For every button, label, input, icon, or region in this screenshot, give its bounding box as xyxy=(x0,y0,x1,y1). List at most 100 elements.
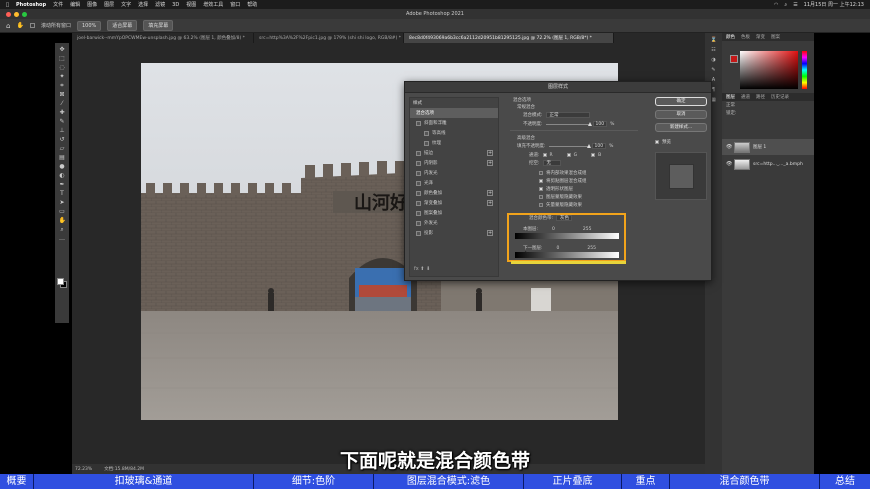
hue-slider[interactable] xyxy=(802,51,807,89)
layer-row[interactable]: 👁 src=http..._..._a.bmph xyxy=(722,156,814,172)
add-style-icon[interactable]: + xyxy=(487,230,493,236)
new-style-button[interactable]: 新建样式... xyxy=(655,123,707,132)
eye-icon[interactable]: 👁 xyxy=(726,144,732,150)
menu-layer[interactable]: 图层 xyxy=(104,1,114,8)
style-item[interactable]: 纹理 xyxy=(410,138,498,148)
style-item[interactable]: 外发光 xyxy=(410,218,498,228)
tab-channels[interactable]: 通道 xyxy=(741,94,750,100)
style-item[interactable]: 描边 + xyxy=(410,148,498,158)
advanced-option[interactable]: 图层蒙版隐藏效果 xyxy=(539,193,587,201)
menu-3d[interactable]: 3D xyxy=(172,2,179,8)
blend-mode-select[interactable]: 正常 xyxy=(726,102,735,108)
style-item[interactable]: 图案叠加 xyxy=(410,208,498,218)
advanced-option[interactable]: 将内部效果混合成组 xyxy=(539,169,587,177)
style-list-footer[interactable]: fx ⬆ ⬇ xyxy=(414,266,430,272)
tab-swatches[interactable]: 色板 xyxy=(741,34,750,40)
menu-file[interactable]: 文件 xyxy=(53,1,63,8)
style-checkbox[interactable] xyxy=(416,230,421,236)
style-item[interactable]: 光泽 xyxy=(410,178,498,188)
document-tab[interactable]: joel-barwick--mmYpOPCWMEw-unsplash.jpg @… xyxy=(72,33,254,43)
shape-tool-icon[interactable]: ▭ xyxy=(59,208,66,215)
marquee-tool-icon[interactable]: ⬚ xyxy=(59,55,66,62)
tab-layers[interactable]: 图层 xyxy=(726,94,735,100)
preview-checkbox[interactable] xyxy=(655,140,659,144)
control-center-icon[interactable]: ☰ xyxy=(793,2,797,8)
style-checkbox[interactable] xyxy=(416,180,421,186)
style-item[interactable]: 颜色叠加 + xyxy=(410,188,498,198)
style-checkbox[interactable] xyxy=(416,200,421,206)
layer-row-selected[interactable]: 👁 图层 1 xyxy=(722,139,814,155)
blend-mode-select[interactable]: 正常 xyxy=(545,112,590,118)
type-tool-icon[interactable]: T xyxy=(59,190,66,197)
menu-help[interactable]: 帮助 xyxy=(247,1,257,8)
chapter-item[interactable]: 混合颜色带 xyxy=(670,474,820,489)
properties-icon[interactable]: ☷ xyxy=(711,47,717,53)
add-style-icon[interactable]: + xyxy=(487,190,493,196)
frame-tool-icon[interactable]: ⊠ xyxy=(59,91,66,98)
style-item[interactable]: 内阴影 + xyxy=(410,158,498,168)
cancel-button[interactable]: 取消 xyxy=(655,110,707,119)
style-checkbox[interactable] xyxy=(416,160,421,166)
style-checkbox[interactable] xyxy=(416,220,421,226)
advanced-option[interactable]: 透明形状图层 xyxy=(539,185,587,193)
menu-image[interactable]: 图像 xyxy=(87,1,97,8)
fill-screen-button[interactable]: 填充屏幕 xyxy=(143,20,174,31)
menu-window[interactable]: 窗口 xyxy=(230,1,240,8)
dodge-tool-icon[interactable]: ◐ xyxy=(59,172,66,179)
advanced-option-checkbox[interactable] xyxy=(539,171,543,175)
document-tab[interactable]: src=http%3A%2F%2Fpic1.jpg @ 179% (shi sh… xyxy=(254,33,404,43)
ok-button[interactable]: 确定 xyxy=(655,97,707,106)
tab-patterns[interactable]: 图案 xyxy=(771,34,780,40)
clock[interactable]: 11月15日 周一 上午12:13 xyxy=(804,1,864,8)
style-item[interactable]: 等高线 xyxy=(410,128,498,138)
style-checkbox[interactable] xyxy=(416,210,421,216)
zoom-tool-icon[interactable]: ⌕ xyxy=(59,226,66,233)
pen-tool-icon[interactable]: ✒ xyxy=(59,181,66,188)
style-item[interactable]: 混合选项 xyxy=(410,108,498,118)
history-icon[interactable]: ⌛ xyxy=(711,37,717,43)
channel-g-checkbox[interactable] xyxy=(566,153,571,157)
fill-opacity-slider[interactable] xyxy=(548,143,591,148)
gradient-tool-icon[interactable]: ▤ xyxy=(59,154,66,161)
add-style-icon[interactable]: + xyxy=(487,150,493,156)
brush-tool-icon[interactable]: ✎ xyxy=(59,118,66,125)
eraser-tool-icon[interactable]: ▱ xyxy=(59,145,66,152)
advanced-option-checkbox[interactable] xyxy=(539,203,543,207)
styles-header[interactable]: 样式 xyxy=(410,98,498,108)
chapter-item[interactable]: 总结 xyxy=(820,474,870,489)
add-style-icon[interactable]: + xyxy=(487,160,493,166)
chapter-item[interactable]: 重点 xyxy=(622,474,670,489)
style-checkbox[interactable] xyxy=(416,190,421,196)
chapter-item[interactable]: 扣玻璃&通道 xyxy=(34,474,254,489)
add-style-icon[interactable]: + xyxy=(487,200,493,206)
channel-r-checkbox[interactable] xyxy=(542,153,547,157)
style-item[interactable]: 投影 + xyxy=(410,228,498,238)
tab-color[interactable]: 颜色 xyxy=(726,34,735,40)
style-item[interactable]: 内发光 xyxy=(410,168,498,178)
current-color-swatch[interactable] xyxy=(730,55,738,63)
chapter-item[interactable]: 细节:色阶 xyxy=(254,474,374,489)
advanced-option[interactable]: 将剪贴图层混合成组 xyxy=(539,177,587,185)
history-brush-icon[interactable]: ↺ xyxy=(59,136,66,143)
knockout-select[interactable]: 无 xyxy=(542,160,561,166)
tab-history[interactable]: 历史记录 xyxy=(771,94,789,100)
healing-brush-icon[interactable]: ✚ xyxy=(59,109,66,116)
scroll-all-checkbox[interactable] xyxy=(29,23,35,28)
lasso-tool-icon[interactable]: ◌ xyxy=(59,64,66,71)
path-select-icon[interactable]: ➤ xyxy=(59,199,66,206)
tab-paths[interactable]: 路径 xyxy=(756,94,765,100)
style-checkbox[interactable] xyxy=(416,170,421,176)
menu-plugins[interactable]: 增效工具 xyxy=(203,1,223,8)
wifi-icon[interactable]: ◠ xyxy=(774,2,778,8)
menu-type[interactable]: 文字 xyxy=(121,1,131,8)
adjustments-icon[interactable]: ◑ xyxy=(711,57,717,63)
style-checkbox[interactable] xyxy=(424,130,429,136)
apple-icon[interactable]:  xyxy=(6,2,9,8)
hand-tool-icon[interactable]: ✋ xyxy=(16,22,23,29)
chapter-item[interactable]: 概要 xyxy=(0,474,34,489)
menu-edit[interactable]: 编辑 xyxy=(70,1,80,8)
style-item[interactable]: 斜面和浮雕 xyxy=(410,118,498,128)
advanced-option-checkbox[interactable] xyxy=(539,179,543,183)
stamp-tool-icon[interactable]: ⊥ xyxy=(59,127,66,134)
fit-screen-button[interactable]: 适合屏幕 xyxy=(107,20,138,31)
